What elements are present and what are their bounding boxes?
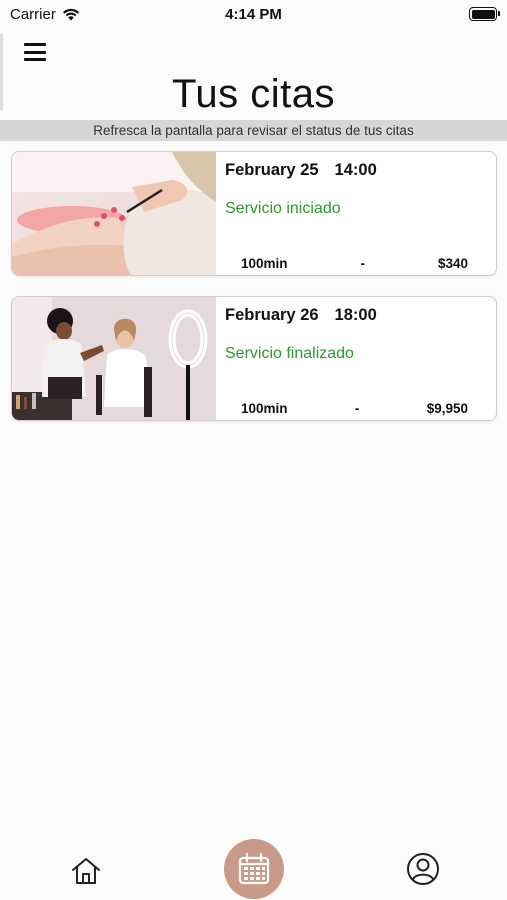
appointment-summary: 100min - $340 [225,256,468,271]
appointment-info: February 26 18:00 Servicio finalizado 100… [225,297,496,420]
appointment-status: Servicio iniciado [225,200,341,217]
appointment-time: 18:00 [334,306,377,324]
manicure-photo [12,152,216,275]
appointment-card[interactable]: February 26 18:00 Servicio finalizado 100… [11,296,497,421]
appointment-datetime: February 25 14:00 [225,161,377,180]
refresh-hint: Refresca la pantalla para revisar el sta… [0,120,507,141]
clock: 4:14 PM [225,6,282,23]
appointment-price: $9,950 [426,401,468,416]
appointment-summary: 100min - $9,950 [225,401,468,416]
tab-bar [0,830,507,900]
appointment-price: $340 [437,256,468,271]
hamburger-menu-icon[interactable] [24,43,46,61]
appointment-info: February 25 14:00 Servicio iniciado 100mi… [225,152,496,275]
page-title: Tus citas [171,72,336,116]
battery-icon [469,7,500,21]
battery-fill [471,9,495,19]
summary-separator: - [354,401,360,416]
appointment-date: February 26 [225,306,319,324]
appointment-duration: 100min [241,256,288,271]
appointment-card[interactable]: February 25 14:00 Servicio iniciado 100mi… [11,151,497,276]
appointment-time: 14:00 [334,161,377,179]
appointment-date: February 25 [225,161,319,179]
status-bar: Carrier 4:14 PM [0,0,507,30]
profile-icon[interactable] [406,852,440,886]
summary-separator: - [360,256,365,271]
calendar-icon [238,852,270,885]
appointment-datetime: February 26 18:00 [225,306,377,325]
makeup-artist-photo [12,297,216,420]
calendar-tab-button[interactable] [224,839,284,899]
appointment-duration: 100min [241,401,288,416]
appointment-status: Servicio finalizado [225,345,354,362]
home-icon[interactable] [70,856,102,886]
